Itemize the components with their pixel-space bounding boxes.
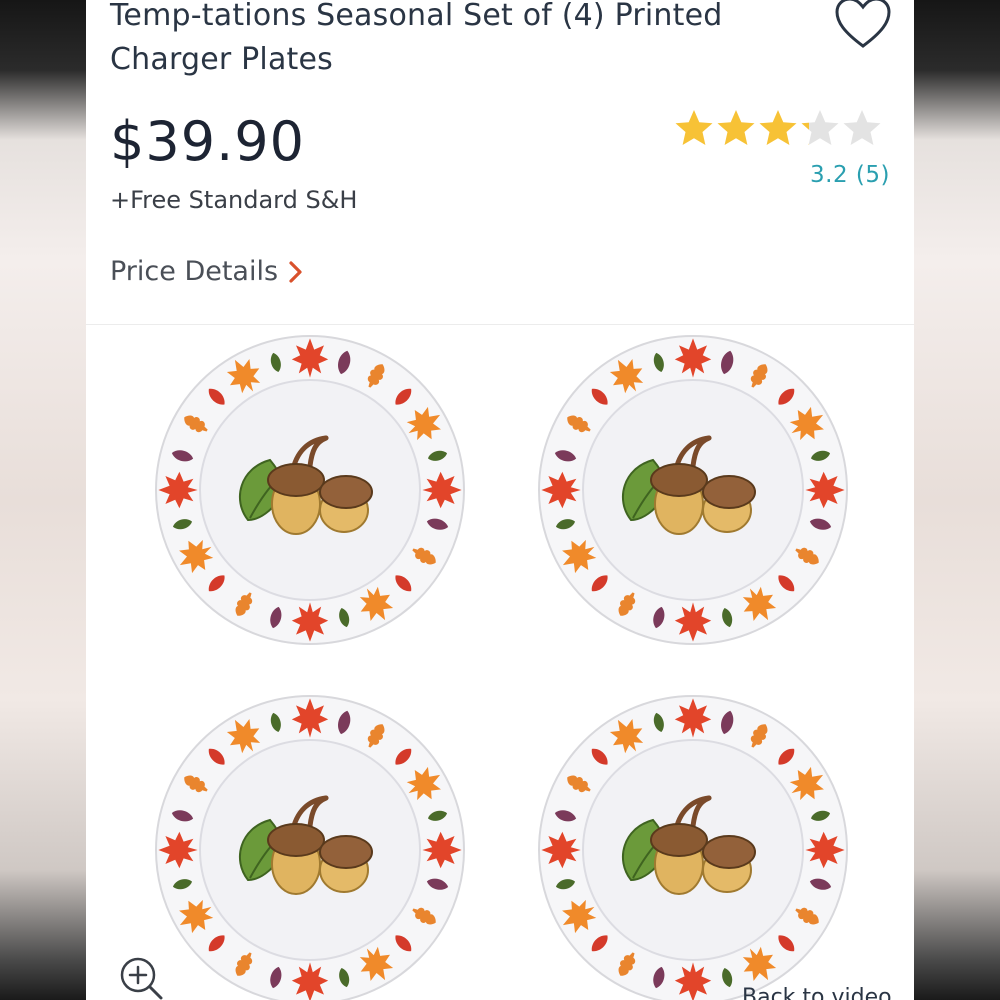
price-details-label: Price Details — [110, 256, 279, 287]
price-details-link[interactable]: Price Details — [110, 256, 304, 287]
star-icon — [717, 110, 755, 145]
product-image-plate — [536, 333, 850, 647]
star-icon — [675, 110, 713, 145]
star-rating[interactable] — [674, 108, 882, 148]
shipping-info: +Free Standard S&H — [110, 186, 358, 214]
background-blur-right — [914, 0, 1000, 1000]
zoom-in-icon[interactable] — [118, 955, 164, 1000]
product-image-plate — [153, 693, 467, 1000]
star-icon — [759, 110, 797, 145]
product-page: Temp-tations Seasonal Set of (4) Printed… — [86, 0, 914, 1000]
product-title: Temp-tations Seasonal Set of (4) Printed… — [110, 0, 723, 77]
rating-count-link[interactable]: 3.2 (5) — [810, 162, 890, 188]
product-image-plate — [153, 333, 467, 647]
chevron-right-icon — [289, 260, 302, 283]
heart-outline-icon[interactable] — [834, 0, 892, 50]
background-blur-left — [0, 0, 86, 1000]
product-price: $39.90 — [110, 110, 305, 173]
product-image-plate — [536, 693, 850, 1000]
product-image-gallery[interactable]: Back to video — [86, 325, 914, 1000]
star-icon — [843, 110, 881, 145]
back-to-video-button[interactable]: Back to video — [742, 985, 892, 1000]
star-icon — [801, 110, 839, 145]
